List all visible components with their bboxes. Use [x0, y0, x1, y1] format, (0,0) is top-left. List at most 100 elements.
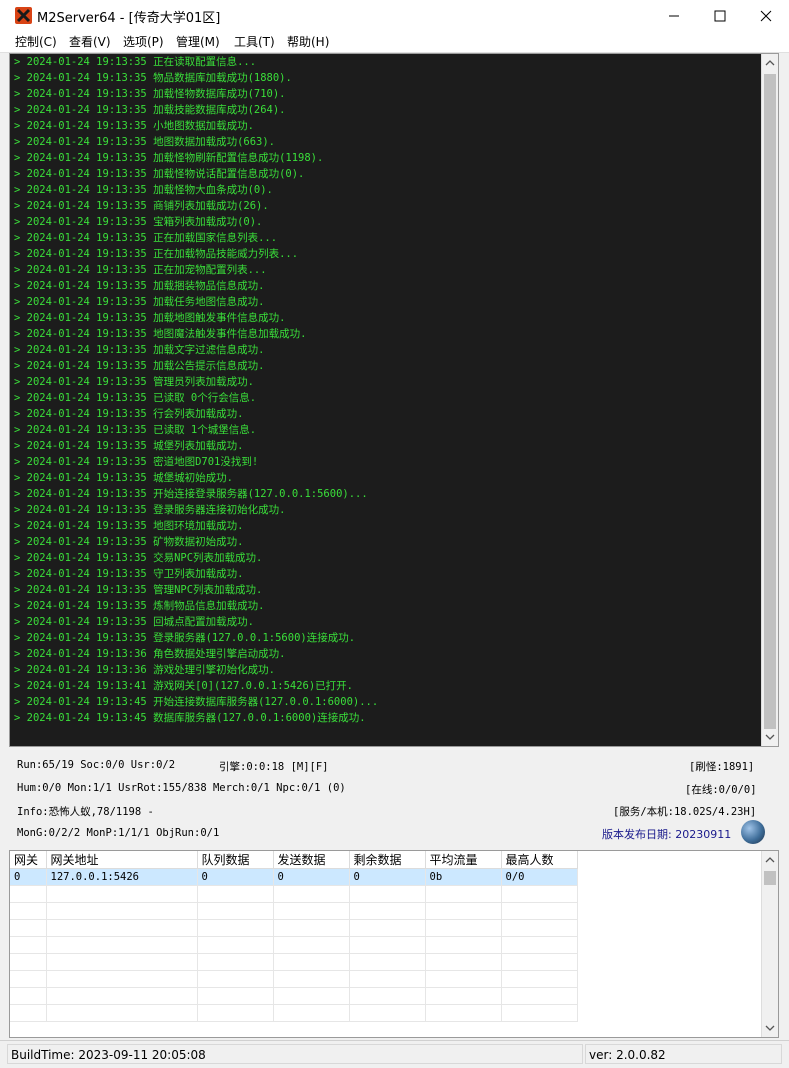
close-button[interactable] [743, 0, 789, 31]
log-line: > 2024-01-24 19:13:35 加载任务地图信息成功. [14, 296, 265, 308]
table-cell [46, 953, 198, 971]
table-cell [46, 902, 198, 920]
menu-help[interactable]: 帮助(H) [287, 33, 329, 50]
log-line: > 2024-01-24 19:13:41 游戏网关[0](127.0.0.1:… [14, 680, 354, 692]
table-cell [273, 1004, 350, 1022]
table-cell [349, 936, 426, 954]
table-cell [273, 970, 350, 988]
column-header[interactable]: 剩余数据 [349, 851, 426, 869]
log-list: > 2024-01-24 19:13:35 正在读取配置信息... > 2024-… [14, 54, 759, 744]
version: ver: 2.0.0.82 [585, 1044, 782, 1064]
table-cell [10, 936, 47, 954]
table-cell [46, 970, 198, 988]
table-cell [10, 885, 47, 903]
column-header[interactable]: 网关 [10, 851, 47, 869]
table-cell [501, 885, 578, 903]
column-header[interactable]: 平均流量 [425, 851, 502, 869]
scroll-down-icon[interactable] [765, 732, 775, 742]
table-cell [197, 1004, 274, 1022]
table-cell [425, 919, 502, 937]
log-line: > 2024-01-24 19:13:35 地图数据加载成功(663). [14, 136, 276, 148]
log-panel[interactable]: > 2024-01-24 19:13:35 正在读取配置信息... > 2024-… [9, 53, 779, 747]
column-header[interactable]: 队列数据 [197, 851, 274, 869]
column-header[interactable]: 最高人数 [501, 851, 578, 869]
menu-view[interactable]: 查看(V) [69, 33, 111, 50]
table-scroll-up-icon[interactable] [765, 855, 775, 865]
table-cell [197, 987, 274, 1005]
log-line: > 2024-01-24 19:13:35 加载怪物大血条成功(0). [14, 184, 273, 196]
table-row[interactable] [10, 1004, 578, 1022]
status-mong: MonG:0/2/2 MonP:1/1/1 ObjRun:0/1 [17, 827, 220, 839]
table-scrollbar[interactable] [761, 851, 778, 1037]
table-cell [501, 936, 578, 954]
log-line: > 2024-01-24 19:13:35 加载文字过滤信息成功. [14, 344, 265, 356]
table-cell: 0 [273, 868, 350, 886]
status-engine: 引擎:0:0:18 [M][F] [219, 761, 329, 773]
menu-manage[interactable]: 管理(M) [176, 33, 220, 50]
column-header[interactable]: 网关地址 [46, 851, 198, 869]
log-line: > 2024-01-24 19:13:35 登录服务器(127.0.0.1:56… [14, 632, 356, 644]
table-cell [501, 953, 578, 971]
scroll-up-icon[interactable] [765, 58, 775, 68]
table-row[interactable] [10, 953, 578, 971]
log-line: > 2024-01-24 19:13:35 小地图数据加载成功. [14, 120, 254, 132]
status-run: Run:65/19 Soc:0/0 Usr:0/2 [17, 759, 176, 771]
table-row[interactable] [10, 885, 578, 903]
log-line: > 2024-01-24 19:13:36 角色数据处理引擎启动成功. [14, 648, 286, 660]
log-line: > 2024-01-24 19:13:35 物品数据库加载成功(1880). [14, 72, 292, 84]
log-line: > 2024-01-24 19:13:35 地图魔法触发事件信息加载成功. [14, 328, 307, 340]
table-cell [425, 936, 502, 954]
table-row[interactable] [10, 970, 578, 988]
log-line: > 2024-01-24 19:13:35 加载技能数据库成功(264). [14, 104, 286, 116]
table-cell [46, 885, 198, 903]
log-line: > 2024-01-24 19:13:35 正在加载物品技能威力列表... [14, 248, 299, 260]
table-cell [46, 987, 198, 1005]
app-icon [15, 7, 32, 24]
maximize-button[interactable] [697, 0, 743, 31]
table-cell: 0b [425, 868, 502, 886]
log-line: > 2024-01-24 19:13:35 炼制物品信息加载成功. [14, 600, 265, 612]
table-cell [273, 936, 350, 954]
menu-control[interactable]: 控制(C) [15, 33, 57, 50]
table-cell [349, 987, 426, 1005]
table-cell [197, 919, 274, 937]
log-line: > 2024-01-24 19:13:35 正在加宠物配置列表... [14, 264, 267, 276]
log-line: > 2024-01-24 19:13:35 行会列表加载成功. [14, 408, 244, 420]
table-scroll-thumb[interactable] [764, 871, 776, 885]
table-row[interactable] [10, 987, 578, 1005]
table-cell [197, 936, 274, 954]
log-line: > 2024-01-24 19:13:35 城堡城初始成功. [14, 472, 233, 484]
table-cell: 127.0.0.1:5426 [46, 868, 198, 886]
globe-icon [741, 820, 765, 844]
table-cell [349, 1004, 426, 1022]
log-line: > 2024-01-24 19:13:35 加载怪物数据库成功(710). [14, 88, 286, 100]
menu-tools[interactable]: 工具(T) [234, 33, 275, 50]
log-line: > 2024-01-24 19:13:35 商铺列表加载成功(26). [14, 200, 269, 212]
table-cell [501, 970, 578, 988]
minimize-button[interactable] [651, 0, 697, 31]
log-scroll-thumb[interactable] [764, 74, 776, 729]
column-header[interactable]: 发送数据 [273, 851, 350, 869]
table-cell [46, 919, 198, 937]
table-cell: 0 [349, 868, 426, 886]
table-row[interactable] [10, 936, 578, 954]
maximize-icon [714, 10, 726, 22]
log-line: > 2024-01-24 19:13:35 正在加载国家信息列表... [14, 232, 278, 244]
table-cell [273, 902, 350, 920]
table-cell [197, 953, 274, 971]
table-cell [501, 902, 578, 920]
menu-options[interactable]: 选项(P) [123, 33, 164, 50]
table-cell [10, 987, 47, 1005]
gateway-table-panel[interactable]: 网关 网关地址 队列数据 发送数据 剩余数据 平均流量 最高人数 0 127.0.0.1:54… [9, 850, 779, 1038]
title-bar: M2Server64 - [传奇大学01区] [0, 0, 789, 31]
table-cell [349, 885, 426, 903]
table-scroll-down-icon[interactable] [765, 1023, 775, 1033]
table-row[interactable] [10, 919, 578, 937]
log-scrollbar[interactable] [761, 54, 778, 746]
table-row[interactable]: 0 127.0.0.1:5426 0 0 0 0b 0/0 [10, 868, 578, 886]
menu-bar: 控制(C) 查看(V) 选项(P) 管理(M) 工具(T) 帮助(H) [0, 31, 789, 53]
close-icon [760, 10, 772, 22]
table-row[interactable] [10, 902, 578, 920]
status-info: Info:恐怖人蚁,78/1198 - [17, 806, 154, 818]
build-time: BuildTime: 2023-09-11 20:05:08 [7, 1044, 583, 1064]
